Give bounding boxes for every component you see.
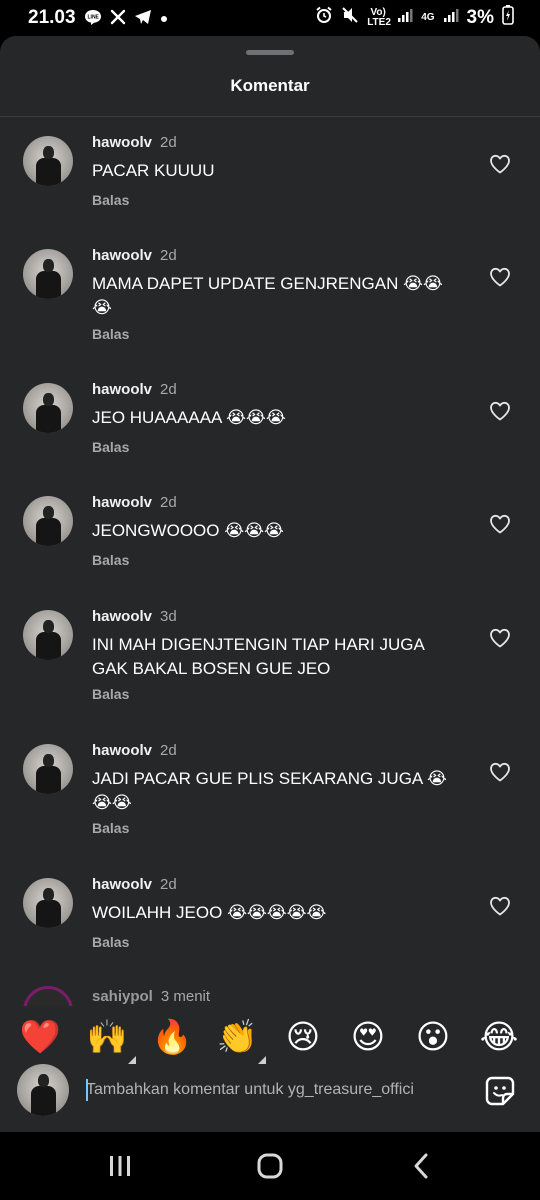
comment-text: WOILAHH JEOO 😭😭😭😭😭 bbox=[92, 903, 327, 922]
reaction-heart[interactable]: ❤️ bbox=[17, 1014, 63, 1060]
comment-time: 2d bbox=[160, 876, 177, 893]
recent-apps-icon[interactable] bbox=[100, 1148, 140, 1184]
comment-username[interactable]: sahiypol 3 menit bbox=[92, 988, 210, 1005]
sheet-title: Komentar bbox=[230, 76, 310, 95]
heart-icon[interactable] bbox=[488, 760, 512, 784]
divider bbox=[0, 116, 540, 117]
home-icon[interactable] bbox=[250, 1148, 290, 1184]
comments-sheet: Komentar hawoolv 2d PACAR KUUUU Balas haw… bbox=[0, 36, 540, 1132]
username-text[interactable]: hawoolv bbox=[92, 381, 152, 398]
reaction-glyph: 🙌 bbox=[86, 1018, 128, 1055]
comment-username[interactable]: hawoolv 2d bbox=[92, 381, 177, 398]
comment-item-partial: sahiypol 3 menit bbox=[0, 986, 540, 1006]
line-icon: LINE bbox=[84, 9, 102, 28]
reaction-heart-eyes[interactable]: 😍 bbox=[345, 1014, 391, 1060]
my-avatar bbox=[17, 1064, 69, 1116]
comment-composer bbox=[0, 1064, 540, 1132]
avatar[interactable] bbox=[23, 249, 73, 299]
avatar[interactable] bbox=[23, 610, 73, 660]
text-caret bbox=[86, 1079, 88, 1101]
heart-icon[interactable] bbox=[488, 512, 512, 536]
reaction-surprised[interactable]: 😮 bbox=[410, 1014, 456, 1060]
reply-button[interactable]: Balas bbox=[92, 686, 129, 702]
heart-icon[interactable] bbox=[488, 265, 512, 289]
alarm-icon bbox=[315, 6, 333, 30]
battery-icon bbox=[502, 5, 514, 31]
username-text[interactable]: hawoolv bbox=[92, 608, 152, 625]
comment-username[interactable]: hawoolv 2d bbox=[92, 134, 177, 151]
reply-button[interactable]: Balas bbox=[92, 820, 129, 836]
volte-label: Vo) LTE2 bbox=[367, 7, 391, 28]
comment-username[interactable]: hawoolv 2d bbox=[92, 247, 177, 264]
username-text[interactable]: hawoolv bbox=[92, 494, 152, 511]
reply-button[interactable]: Balas bbox=[92, 192, 129, 208]
reply-button[interactable]: Balas bbox=[92, 439, 129, 455]
skin-tone-indicator bbox=[258, 1056, 266, 1064]
skin-tone-indicator bbox=[128, 1056, 136, 1064]
reply-button[interactable]: Balas bbox=[92, 552, 129, 568]
comment-text: MAMA DAPET UPDATE GENJRENGAN 😭😭😭 bbox=[92, 274, 443, 317]
comment-text: PACAR KUUUU bbox=[92, 161, 215, 180]
username-text[interactable]: hawoolv bbox=[92, 742, 152, 759]
comment-username[interactable]: hawoolv 2d bbox=[92, 494, 177, 511]
reply-button[interactable]: Balas bbox=[92, 934, 129, 950]
comment-time: 2d bbox=[160, 494, 177, 511]
reply-button[interactable]: Balas bbox=[92, 326, 129, 342]
comment-text: INI MAH DIGENJTENGIN TIAP HARI JUGA GAK … bbox=[92, 635, 424, 678]
comment-time: 2d bbox=[160, 247, 177, 264]
signal-icon-2 bbox=[443, 7, 459, 29]
signal-icon-1 bbox=[397, 7, 413, 29]
heart-icon[interactable] bbox=[488, 626, 512, 650]
sticker-icon[interactable] bbox=[483, 1074, 517, 1108]
telegram-icon bbox=[134, 9, 152, 28]
avatar[interactable] bbox=[23, 878, 73, 928]
avatar[interactable] bbox=[23, 496, 73, 546]
heart-icon[interactable] bbox=[488, 152, 512, 176]
mute-icon bbox=[341, 6, 359, 30]
reaction-clapping[interactable]: 👏 bbox=[214, 1014, 266, 1064]
back-icon[interactable] bbox=[402, 1148, 442, 1184]
system-nav-bar bbox=[0, 1132, 540, 1200]
comment-text: JEO HUAAAAAA 😭😭😭 bbox=[92, 408, 286, 427]
comment-text: JADI PACAR GUE PLIS SEKARANG JUGA 😭😭😭 bbox=[92, 769, 447, 812]
reaction-laughing[interactable]: 😂 bbox=[476, 1014, 522, 1060]
battery-percent: 3% bbox=[466, 7, 494, 28]
svg-text:LINE: LINE bbox=[87, 14, 99, 20]
comment-input[interactable] bbox=[86, 1074, 470, 1106]
comment-time: 2d bbox=[160, 381, 177, 398]
heart-icon[interactable] bbox=[488, 399, 512, 423]
reaction-crying[interactable]: 😢 bbox=[280, 1014, 326, 1060]
heart-icon[interactable] bbox=[488, 894, 512, 918]
reaction-fire[interactable]: 🔥 bbox=[149, 1014, 195, 1060]
comment-username[interactable]: hawoolv 2d bbox=[92, 742, 177, 759]
comment-text: JEONGWOOOO 😭😭😭 bbox=[92, 521, 284, 540]
comment-username[interactable]: hawoolv 3d bbox=[92, 608, 177, 625]
comment-time: 3d bbox=[160, 608, 177, 625]
comment-time: 3 menit bbox=[160, 988, 211, 1005]
username-text[interactable]: hawoolv bbox=[92, 876, 152, 893]
status-bar: 21.03 LINE Vo) LTE2 4G 3% bbox=[0, 0, 540, 36]
reaction-glyph: 👏 bbox=[216, 1018, 258, 1055]
status-time: 21.03 bbox=[28, 7, 76, 28]
avatar[interactable] bbox=[23, 136, 73, 186]
username-text[interactable]: sahiypol bbox=[92, 988, 153, 1005]
x-icon bbox=[110, 9, 126, 28]
comment-username[interactable]: hawoolv 2d bbox=[92, 876, 177, 893]
avatar[interactable] bbox=[23, 986, 73, 1006]
username-text[interactable]: hawoolv bbox=[92, 134, 152, 151]
network-label: 4G bbox=[421, 12, 435, 23]
dot-icon bbox=[160, 10, 168, 26]
username-text[interactable]: hawoolv bbox=[92, 247, 152, 264]
drag-handle[interactable] bbox=[246, 50, 294, 55]
comment-time: 2d bbox=[160, 134, 177, 151]
reaction-raising-hands[interactable]: 🙌 bbox=[84, 1014, 136, 1064]
quick-reactions-bar: ❤️ 🙌 🔥 👏 😢 😍 😮 😂 bbox=[0, 1006, 540, 1066]
avatar[interactable] bbox=[23, 744, 73, 794]
comment-time: 2d bbox=[160, 742, 177, 759]
avatar[interactable] bbox=[23, 383, 73, 433]
